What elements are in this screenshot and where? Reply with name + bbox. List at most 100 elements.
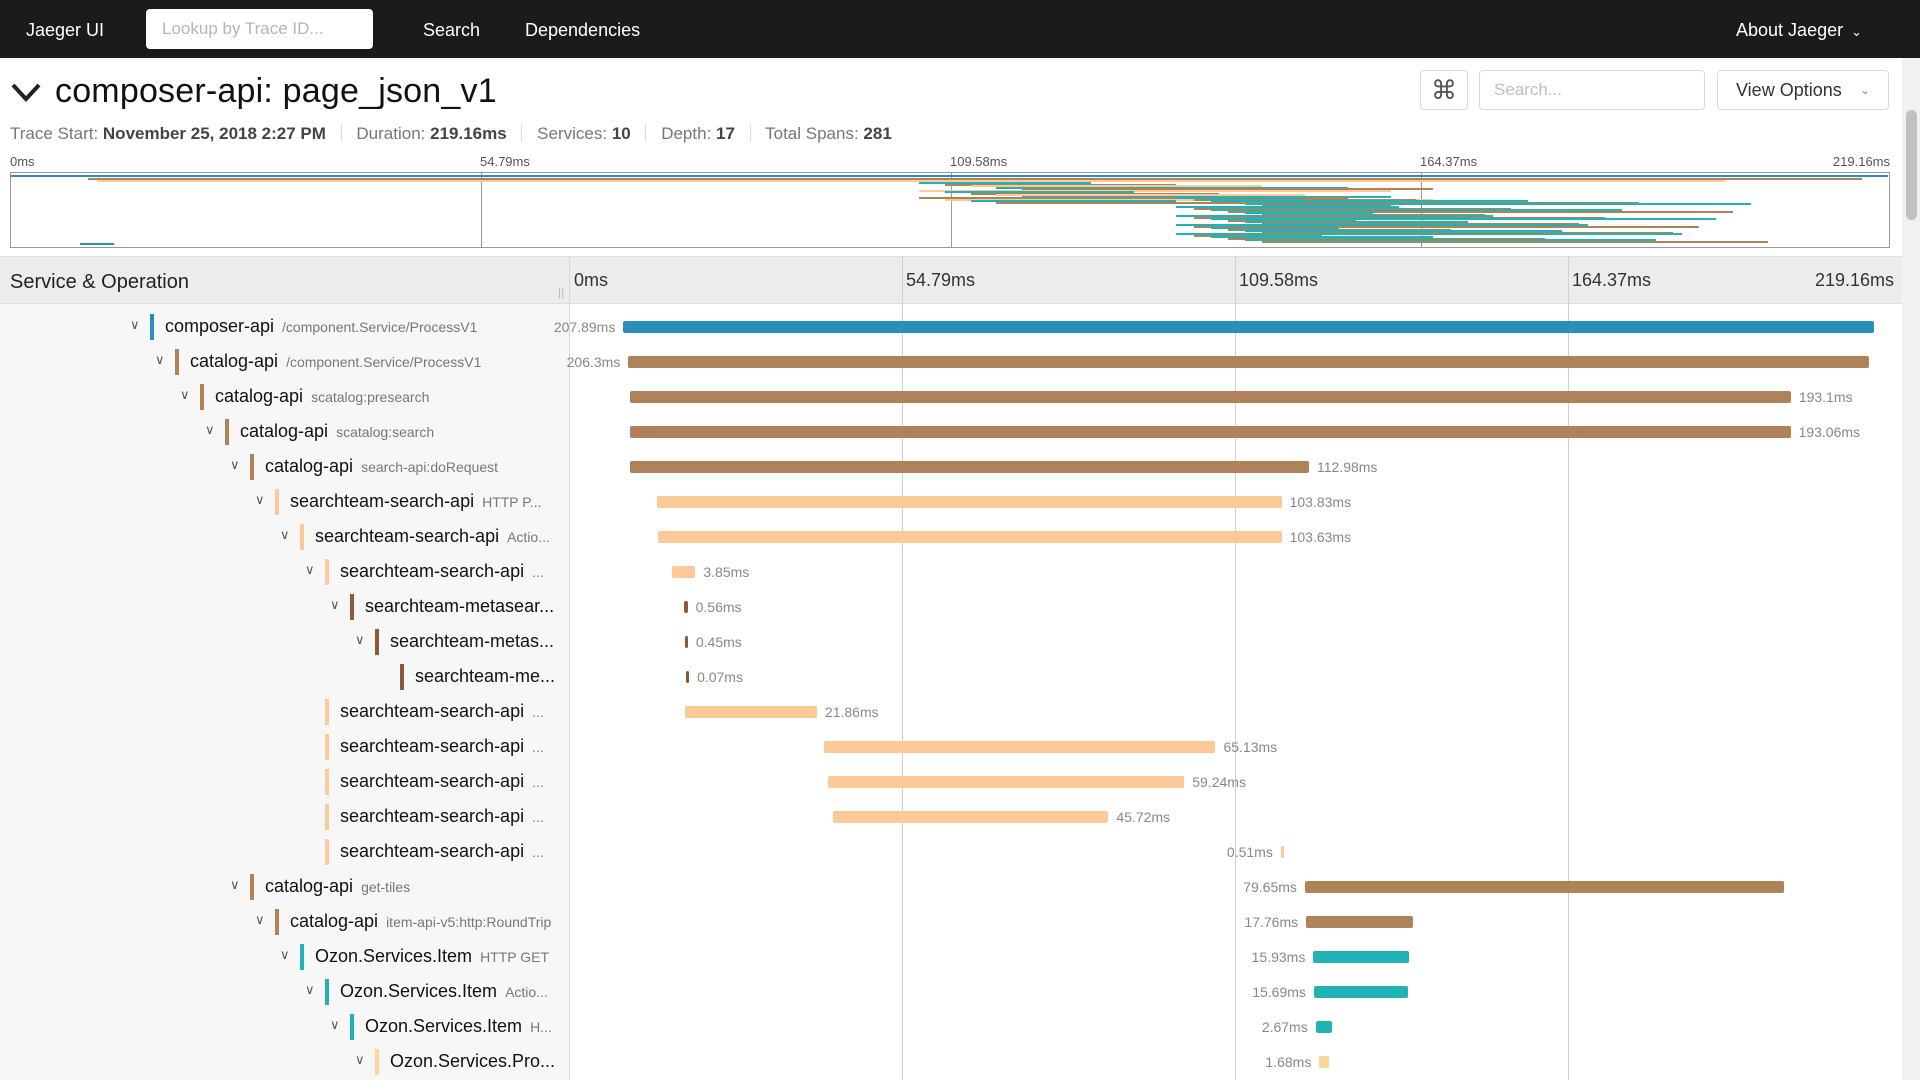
service-color-marker (325, 699, 329, 725)
span-bar[interactable] (685, 706, 817, 718)
service-color-marker (400, 664, 404, 690)
span-service-name: catalog-api scatalog:search (240, 421, 435, 441)
span-bar[interactable] (629, 461, 1309, 473)
span-row-name[interactable]: ∨ searchteam-metas... (0, 627, 565, 657)
span-bar[interactable] (657, 496, 1282, 508)
expand-toggle-chevron-icon[interactable]: ∨ (305, 982, 319, 998)
span-bar[interactable] (1304, 881, 1784, 893)
span-row-name[interactable]: ∨ Ozon.Services.Item Actio... (0, 977, 565, 1007)
brand-link[interactable]: Jaeger UI (26, 20, 104, 41)
span-bar[interactable] (1313, 951, 1410, 963)
span-row-name[interactable]: ∨ catalog-api get-tiles (0, 872, 565, 902)
span-row-name[interactable]: ∨ searchteam-search-api HTTP P... (0, 487, 565, 517)
span-row-name[interactable]: ∨ Ozon.Services.Item HTTP GET (0, 942, 565, 972)
expand-toggle-chevron-icon[interactable]: ∨ (255, 492, 269, 508)
service-color-marker (325, 769, 329, 795)
span-row-name[interactable]: searchteam-search-api... (0, 697, 565, 727)
span-bar[interactable] (827, 776, 1185, 788)
span-row-name[interactable]: searchteam-me... (0, 662, 565, 692)
span-operation-name: ... (532, 809, 544, 825)
span-bar[interactable] (684, 601, 688, 613)
span-service-name: searchteam-search-api... (340, 701, 544, 721)
span-bar[interactable] (686, 671, 690, 683)
scrollbar-thumb[interactable] (1906, 110, 1917, 220)
page-scrollbar[interactable] (1902, 58, 1920, 1080)
span-row-name[interactable]: ∨ composer-api/component.Service/ProcessV… (0, 312, 565, 342)
expand-toggle-chevron-icon[interactable]: ∨ (280, 947, 294, 963)
span-row-name[interactable]: searchteam-search-api... (0, 837, 565, 867)
trace-minimap[interactable] (10, 172, 1890, 248)
span-bar[interactable] (672, 566, 696, 578)
expand-toggle-chevron-icon[interactable]: ∨ (305, 562, 319, 578)
service-color-marker (275, 489, 279, 515)
span-row-name[interactable]: ∨ searchteam-search-api Actio... (0, 522, 565, 552)
trace-search-input[interactable] (1479, 70, 1705, 110)
expand-toggle-chevron-icon[interactable]: ∨ (205, 422, 219, 438)
timeline-tick: 54.79ms (906, 270, 976, 290)
expand-toggle-chevron-icon[interactable]: ∨ (255, 912, 269, 928)
collapse-trace-chevron-icon[interactable] (10, 80, 42, 106)
column-resize-handle[interactable]: || (558, 285, 564, 299)
span-row-name[interactable]: ∨ searchteam-metasear... (0, 592, 565, 622)
span-row-name[interactable]: searchteam-search-api... (0, 732, 565, 762)
span-row-name[interactable]: ∨ catalog-api scatalog:search (0, 417, 565, 447)
span-bar[interactable] (658, 531, 1282, 543)
span-operation-name: ... (532, 564, 544, 580)
expand-toggle-chevron-icon[interactable]: ∨ (355, 1052, 369, 1068)
expand-toggle-chevron-icon[interactable]: ∨ (130, 317, 144, 333)
service-color-marker (300, 524, 304, 550)
span-bar[interactable] (1313, 986, 1409, 998)
span-bar[interactable] (629, 391, 1791, 403)
span-bar[interactable] (623, 321, 1874, 333)
span-bar[interactable] (1306, 916, 1413, 928)
expand-toggle-chevron-icon[interactable]: ∨ (155, 352, 169, 368)
span-row-name[interactable]: ∨ catalog-api/component.Service/ProcessV1 (0, 347, 565, 377)
expand-toggle-chevron-icon[interactable]: ∨ (330, 597, 344, 613)
span-row-name[interactable]: searchteam-search-api... (0, 802, 565, 832)
span-row-name[interactable]: ∨ catalog-api scatalog:presearch (0, 382, 565, 412)
span-duration-label: 0.51ms (1226, 844, 1273, 860)
span-bar[interactable] (1319, 1056, 1330, 1068)
expand-toggle-chevron-icon[interactable]: ∨ (330, 1017, 344, 1033)
minimap-tick: 0ms (10, 154, 35, 169)
nav-search-link[interactable]: Search (423, 20, 480, 41)
expand-toggle-chevron-icon[interactable]: ∨ (355, 632, 369, 648)
trace-id-lookup-input[interactable] (146, 9, 373, 49)
span-row-name[interactable]: ∨ Ozon.Services.Pro... (0, 1047, 565, 1077)
about-jaeger-menu[interactable]: About Jaeger ⌄ (1736, 20, 1862, 41)
span-bar[interactable] (1280, 846, 1284, 858)
view-options-button[interactable]: View Options ⌄ (1717, 70, 1889, 110)
span-duration-label: 45.72ms (1116, 809, 1171, 825)
span-bar[interactable] (1315, 1021, 1332, 1033)
expand-toggle-chevron-icon[interactable]: ∨ (280, 527, 294, 543)
nav-dependencies-link[interactable]: Dependencies (525, 20, 640, 41)
span-row-name[interactable]: ∨ catalog-api search-api:doRequest (0, 452, 565, 482)
keyboard-shortcuts-button[interactable]: ⌘ (1420, 70, 1468, 110)
span-service-name: Ozon.Services.Item H... (365, 1016, 552, 1036)
service-color-marker (325, 734, 329, 760)
minimap-ticks: 0ms 54.79ms 109.58ms 164.37ms 219.16ms (10, 154, 1890, 170)
span-service-name: searchteam-search-api HTTP P... (290, 491, 542, 511)
timeline-gridline (902, 256, 903, 1080)
span-row-name[interactable]: searchteam-search-api... (0, 767, 565, 797)
span-bar[interactable] (833, 811, 1109, 823)
span-service-name: composer-api/component.Service/ProcessV1 (165, 316, 478, 336)
span-bar[interactable] (628, 356, 1869, 368)
expand-toggle-chevron-icon[interactable]: ∨ (230, 457, 244, 473)
span-row-name[interactable]: ∨ catalog-api item-api-v5:http:RoundTrip (0, 907, 565, 937)
span-bar[interactable] (823, 741, 1216, 753)
service-color-marker (300, 944, 304, 970)
service-color-marker (325, 804, 329, 830)
service-color-marker (325, 979, 329, 1005)
span-bar[interactable] (684, 636, 688, 648)
divider (521, 124, 523, 142)
span-row-name[interactable]: ∨ Ozon.Services.Item H... (0, 1012, 565, 1042)
span-bar[interactable] (629, 426, 1791, 438)
minimap-span (1262, 240, 1768, 243)
expand-toggle-chevron-icon[interactable]: ∨ (230, 877, 244, 893)
span-row-name[interactable]: ∨ searchteam-search-api... (0, 557, 565, 587)
span-operation-name: Actio... (505, 984, 548, 1000)
minimap-span (11, 175, 1888, 177)
span-operation-name: scatalog:presearch (311, 389, 430, 405)
expand-toggle-chevron-icon[interactable]: ∨ (180, 387, 194, 403)
